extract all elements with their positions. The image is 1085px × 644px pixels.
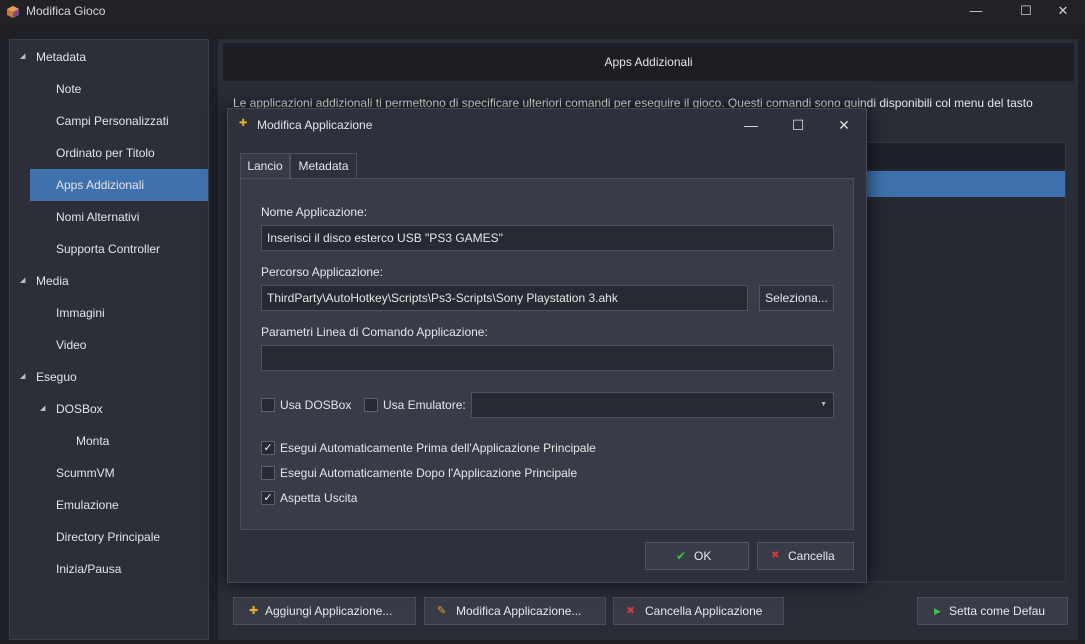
run-after-checkbox[interactable] — [261, 466, 275, 480]
emulator-select[interactable]: ▼ — [471, 392, 834, 418]
close-button[interactable]: ✕ — [1040, 0, 1085, 24]
additional-apps-list[interactable] — [839, 142, 1066, 582]
tree-item-monta[interactable]: Monta — [10, 425, 208, 457]
use-emulator-label: Usa Emulatore: — [383, 398, 466, 412]
tree-item-emulazione[interactable]: Emulazione — [10, 489, 208, 521]
minimize-button[interactable]: — — [953, 0, 999, 24]
tree-item-campi-personalizzati[interactable]: Campi Personalizzati — [10, 105, 208, 137]
chevron-down-icon: ▼ — [820, 401, 827, 408]
dialog-title-bar: ✚ Modifica Applicazione — ☐ ✕ — [228, 109, 866, 141]
window-title: Modifica Gioco — [26, 4, 106, 18]
pencil-icon: ✎ — [437, 605, 447, 617]
collapse-icon[interactable]: ◢ — [40, 393, 45, 425]
params-label: Parametri Linea di Comando Applicazione: — [261, 325, 488, 339]
list-item-selected[interactable] — [840, 171, 1065, 197]
application-name-field[interactable]: Inserisci il disco esterco USB "PS3 GAME… — [261, 225, 834, 251]
tree-item-ordinato-per-titolo[interactable]: Ordinato per Titolo — [10, 137, 208, 169]
tree-item-dosbox[interactable]: ◢ DOSBox — [10, 393, 208, 425]
delete-x-icon: ✖ — [626, 605, 636, 617]
use-dosbox-checkbox[interactable] — [261, 398, 275, 412]
cancel-button[interactable]: ✖ Cancella — [757, 542, 854, 570]
collapse-icon[interactable]: ◢ — [20, 265, 25, 297]
tree-item-nomi-alternativi[interactable]: Nomi Alternativi — [10, 201, 208, 233]
app-icon — [7, 6, 19, 18]
lancio-tab-panel: Nome Applicazione: Inserisci il disco es… — [240, 178, 854, 530]
tree-item-inizia-pausa[interactable]: Inizia/Pausa — [10, 553, 208, 585]
dialog-close-button[interactable]: ✕ — [832, 114, 856, 136]
dialog-maximize-button[interactable]: ☐ — [786, 114, 810, 136]
tree-item-metadata[interactable]: ◢ Metadata — [10, 41, 208, 73]
edit-application-button[interactable]: ✎ Modifica Applicazione... — [424, 597, 606, 625]
delete-application-button[interactable]: ✖ Cancella Applicazione — [613, 597, 784, 625]
path-label: Percorso Applicazione: — [261, 265, 384, 279]
tree-item-supporta-controller[interactable]: Supporta Controller — [10, 233, 208, 265]
tree-item-note[interactable]: Note — [10, 73, 208, 105]
ok-button[interactable]: ✔ OK — [645, 542, 749, 570]
run-before-label: Esegui Automaticamente Prima dell'Applic… — [280, 441, 596, 455]
add-icon: ✚ — [249, 605, 259, 617]
dialog-minimize-button[interactable]: — — [739, 114, 763, 136]
tab-metadata[interactable]: Metadata — [290, 153, 357, 179]
browse-button[interactable]: Seleziona... — [759, 285, 834, 311]
play-icon: ▶ — [934, 606, 941, 616]
application-path-field[interactable]: ThirdParty\AutoHotkey\Scripts\Ps3-Script… — [261, 285, 748, 311]
run-after-label: Esegui Automaticamente Dopo l'Applicazio… — [280, 466, 578, 480]
checkmark-icon: ✔ — [676, 549, 687, 563]
cancel-x-icon: ✖ — [771, 550, 780, 561]
tree-item-eseguo[interactable]: ◢ Eseguo — [10, 361, 208, 393]
dialog-title: Modifica Applicazione — [257, 118, 373, 132]
title-bar: Modifica Gioco — ☐ ✕ — [0, 0, 1085, 24]
name-label: Nome Applicazione: — [261, 205, 368, 219]
tab-lancio[interactable]: Lancio — [240, 153, 290, 179]
list-header — [840, 143, 1065, 169]
tree-item-apps-addizionali[interactable]: Apps Addizionali — [30, 169, 208, 201]
tree-item-scummvm[interactable]: ScummVM — [10, 457, 208, 489]
tree-item-directory-principale[interactable]: Directory Principale — [10, 521, 208, 553]
wait-exit-label: Aspetta Uscita — [280, 491, 358, 505]
edit-application-dialog: ✚ Modifica Applicazione — ☐ ✕ Lancio Met… — [227, 108, 867, 583]
dialog-app-icon: ✚ — [239, 118, 248, 129]
add-application-button[interactable]: ✚ Aggiungi Applicazione... — [233, 597, 416, 625]
use-dosbox-label: Usa DOSBox — [280, 398, 352, 412]
section-header: Apps Addizionali — [223, 43, 1074, 81]
collapse-icon[interactable]: ◢ — [20, 361, 25, 393]
command-line-params-field[interactable] — [261, 345, 834, 371]
set-default-button[interactable]: ▶ Setta come Defau — [917, 597, 1068, 625]
settings-tree: ◢ Metadata Note Campi Personalizzati Ord… — [9, 39, 209, 640]
tree-item-video[interactable]: Video — [10, 329, 208, 361]
use-emulator-checkbox[interactable] — [364, 398, 378, 412]
tree-item-media[interactable]: ◢ Media — [10, 265, 208, 297]
tree-item-immagini[interactable]: Immagini — [10, 297, 208, 329]
wait-exit-checkbox[interactable]: ✓ — [261, 491, 275, 505]
run-before-checkbox[interactable]: ✓ — [261, 441, 275, 455]
collapse-icon[interactable]: ◢ — [20, 41, 25, 73]
